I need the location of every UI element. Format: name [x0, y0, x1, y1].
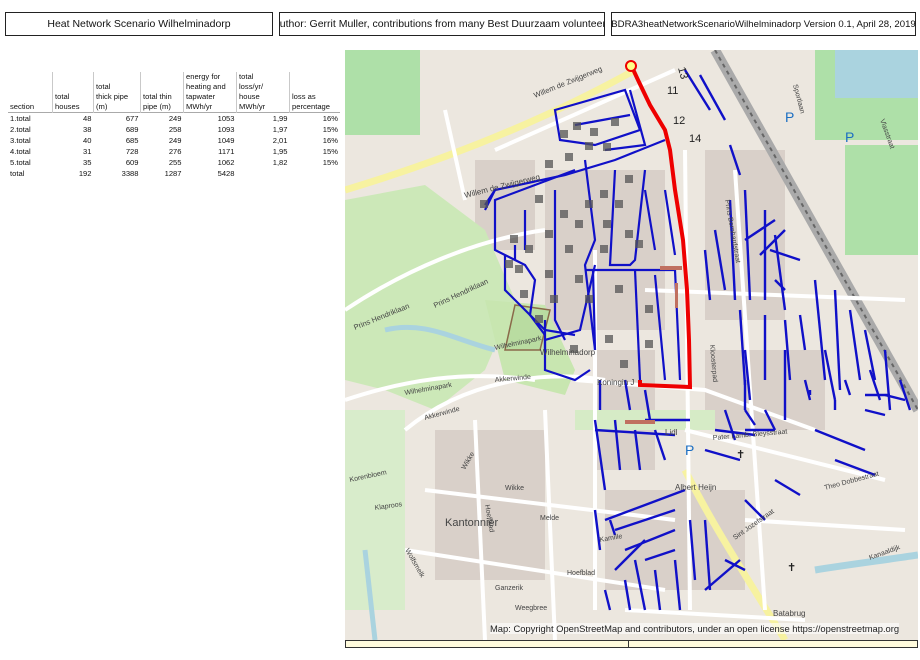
table-cell: 258	[168, 125, 182, 134]
street-map: P P P ✝ ✝ Willem de ZwijgerwegWillem de …	[345, 50, 918, 640]
version-box: BDRA3heatNetworkScenarioWilhelminadorp V…	[611, 12, 916, 36]
table-cell: 3.total	[10, 136, 31, 145]
street-label: Batabrug	[773, 609, 805, 618]
parking-icon-3: P	[685, 442, 694, 458]
street-label: Albert Heijn	[675, 483, 716, 492]
table-row: 4.total 31 728 276 1171 1,95 15%	[8, 146, 340, 157]
table-cell: 249	[168, 136, 182, 145]
street-label: Weegbree	[515, 605, 547, 612]
table-cell: 16%	[289, 112, 340, 124]
table-cell: 5.total	[10, 158, 31, 167]
table-cell	[290, 168, 341, 179]
section-number: 14	[689, 133, 701, 145]
table-cell: 4.total	[10, 147, 31, 156]
table-cell: 1053	[183, 112, 237, 124]
table-cell: 192	[78, 169, 92, 178]
street-label: Hoefblad	[567, 570, 595, 577]
table-cell: 1093	[217, 125, 235, 134]
table-cell: 35	[83, 158, 92, 167]
table-cell: 2.total	[10, 125, 31, 134]
section-number: 12	[673, 115, 685, 127]
table-cell: 15%	[322, 125, 338, 134]
parking-icon-2: P	[845, 129, 854, 145]
table-cell: 40	[83, 136, 92, 145]
table-cell: 276	[168, 147, 182, 156]
section-number: 11	[667, 85, 678, 97]
table-row: total 192 3388 1287 5428	[8, 168, 340, 179]
table-cell: 1,95	[272, 147, 288, 156]
table-row: 1.total 48 677 249 1053 1,99 16%	[8, 112, 340, 124]
table-cell: 1,97	[272, 125, 288, 134]
results-table: section total houses total thick pipe (m) tota…	[8, 72, 340, 179]
column-header: total loss/yr/house MWh/yr	[236, 72, 290, 113]
table-row: 5.total 35 609 255 1062 1,82 15%	[8, 157, 340, 168]
table-cell: 249	[140, 112, 184, 124]
table-cell: 2,01	[272, 136, 288, 145]
table-body: 1.total 48 677 249 1053 1,99 16% 2.total 38 689 25…	[8, 112, 340, 180]
table-cell: 1287	[164, 169, 182, 178]
footer-bar-left	[345, 640, 629, 648]
author-box: Author: Gerrit Muller, contributions fro…	[279, 12, 605, 36]
church-icon-1: ✝	[736, 449, 745, 461]
table-row: 3.total 40 685 249 1049 2,01 16%	[8, 135, 340, 146]
table-cell: 728	[125, 147, 139, 156]
table-cell: 5428	[217, 169, 235, 178]
table-cell: 38	[83, 125, 92, 134]
column-header: energy for heating and tapwater MWh/yr	[183, 72, 237, 113]
table-cell: 1.total	[8, 112, 53, 124]
column-header: loss as percentage	[289, 72, 340, 113]
table-row: 2.total 38 689 258 1093 1,97 15%	[8, 124, 340, 135]
footer-bar-right	[628, 640, 918, 648]
street-label: Wikke	[505, 485, 524, 492]
table-cell: 255	[168, 158, 182, 167]
table-cell: 16%	[322, 136, 338, 145]
table-cell: 3388	[121, 169, 139, 178]
street-label: Melde	[540, 515, 559, 522]
table-header-row: section total houses total thick pipe (m) tota…	[8, 72, 340, 113]
pond	[835, 50, 918, 98]
column-header: total thick pipe (m)	[93, 72, 141, 113]
street-label: Wilhelminadorp	[540, 348, 596, 357]
table-cell: 677	[93, 112, 141, 124]
table-cell: 48	[52, 112, 94, 124]
table-cell: 1,82	[272, 158, 288, 167]
table-cell	[237, 168, 290, 179]
source-node	[625, 60, 637, 72]
table-cell: 609	[125, 158, 139, 167]
table-cell: 1049	[217, 136, 235, 145]
parking-icon-1: P	[785, 109, 794, 125]
table-cell: 31	[83, 147, 92, 156]
street-label: Koningin J	[597, 378, 634, 387]
street-label: Ganzerik	[495, 585, 524, 592]
column-header: total houses	[52, 72, 94, 113]
table-cell: 15%	[322, 147, 338, 156]
map-credit: Map: Copyright OpenStreetMap and contrib…	[490, 623, 900, 634]
column-header: section	[10, 102, 35, 111]
table-cell: 1,99	[236, 112, 290, 124]
street-label: Lidl	[665, 428, 678, 437]
map-panel: P P P ✝ ✝ Willem de Zwijgerweg Willem de …	[345, 50, 918, 640]
church-icon-2: ✝	[787, 562, 796, 574]
table-cell: 689	[125, 125, 139, 134]
column-header: total thin pipe (m)	[140, 72, 184, 113]
table-cell: total	[10, 169, 25, 178]
table-cell: 1062	[217, 158, 235, 167]
table-cell: 15%	[322, 158, 338, 167]
table-cell: 1171	[218, 147, 235, 156]
title-box: Heat Network Scenario Wilhelminadorp	[5, 12, 273, 36]
table-cell: 685	[125, 136, 139, 145]
